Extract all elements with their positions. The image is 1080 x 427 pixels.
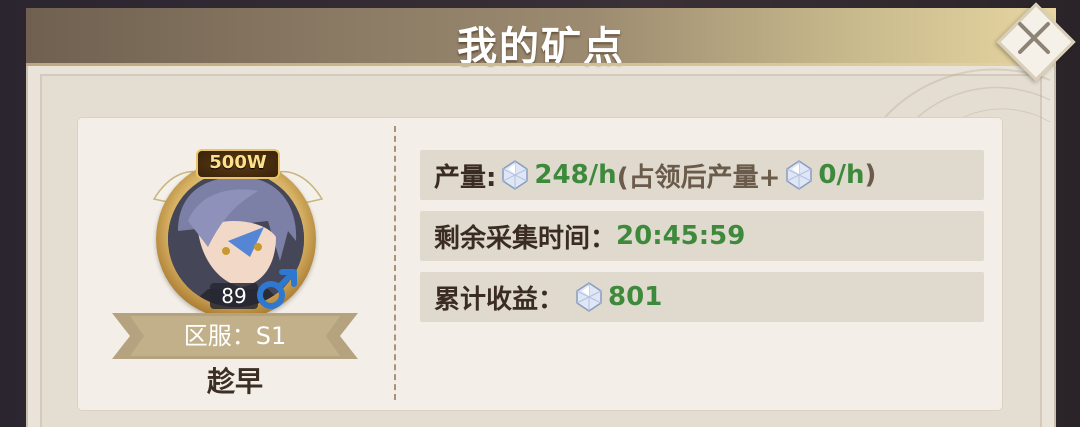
server-label: 区服：S1: [183, 322, 287, 350]
level-badge: 89: [210, 283, 258, 309]
occupied-suffix: ): [864, 160, 877, 190]
diamond-gem-icon: [786, 160, 813, 190]
occupied-prefix: (占领后产量+: [616, 162, 781, 193]
income-label: 累计收益：: [434, 284, 565, 315]
occupied-value: 0/h: [818, 160, 865, 190]
title-banner: 我的矿点: [26, 8, 1056, 70]
close-button[interactable]: [996, 2, 1076, 82]
production-label: 产量:: [434, 162, 497, 193]
player-name: 趁早: [206, 365, 263, 398]
dialog-title: 我的矿点: [457, 24, 625, 70]
income-value: 801: [608, 282, 663, 312]
mine-dialog: 我的矿点 500W 89 区服：S1 趁早 产量: 248/h (占领后产量+ …: [0, 0, 1080, 427]
male-icon: [257, 269, 297, 309]
income-row: 累计收益： 801: [420, 272, 984, 322]
diamond-gem-icon: [502, 160, 529, 190]
remaining-label: 剩余采集时间：: [434, 223, 617, 254]
production-value: 248/h: [534, 160, 617, 190]
dashed-divider: [394, 126, 396, 400]
production-row: 产量: 248/h (占领后产量+ 0/h ): [420, 150, 984, 200]
diamond-gem-icon: [576, 282, 602, 312]
power-badge: 500W: [196, 149, 280, 179]
remaining-value: 20:45:59: [616, 221, 746, 251]
remaining-time-row: 剩余采集时间： 20:45:59: [420, 211, 984, 261]
close-x-icon: [1018, 22, 1050, 54]
